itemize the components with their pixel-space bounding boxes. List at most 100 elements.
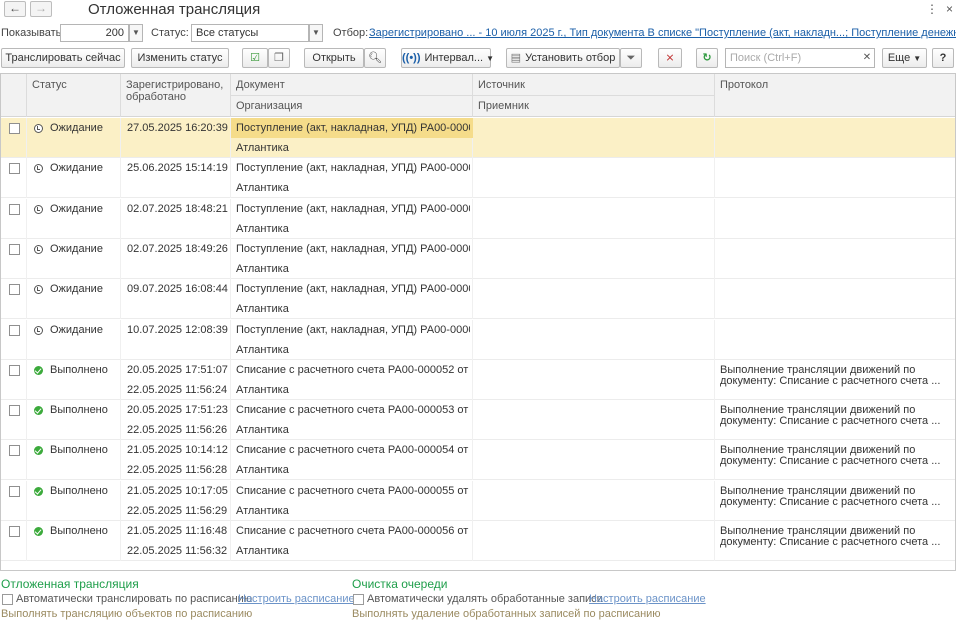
chevron-down-icon: ▼: [913, 54, 922, 63]
table-row[interactable]: Ожидание 09.07.2025 16:08:44 Поступление (…: [1, 279, 955, 320]
header-organization[interactable]: Организация: [236, 100, 302, 112]
row-status: Ожидание: [50, 122, 103, 134]
open-button[interactable]: Открыть: [304, 48, 364, 68]
change-status-button[interactable]: Изменить статус: [131, 48, 229, 68]
table-row[interactable]: Ожидание 25.06.2025 15:14:19 Поступление (…: [1, 158, 955, 199]
table-row[interactable]: Выполнено 20.05.2025 17:51:23 22.05.2025 1…: [1, 400, 955, 441]
header-document[interactable]: Документ: [236, 79, 285, 91]
row-status: Выполнено: [50, 484, 108, 497]
row-document[interactable]: Списание с расчетного счета РА00-000055 …: [236, 485, 470, 497]
close-icon[interactable]: ×: [946, 2, 953, 16]
auto-delete-checkbox[interactable]: [353, 594, 364, 605]
row-checkbox[interactable]: [9, 445, 20, 457]
header-protocol[interactable]: Протокол: [720, 79, 768, 91]
row-document[interactable]: Списание с расчетного счета РА00-000054 …: [236, 444, 470, 456]
table-row[interactable]: Выполнено 21.05.2025 10:14:12 22.05.2025 1…: [1, 440, 955, 481]
forward-button[interactable]: →: [30, 1, 52, 17]
row-organization: Атлантика: [236, 142, 289, 154]
row-document[interactable]: Поступление (акт, накладная, УПД) РА00-0…: [236, 324, 470, 336]
header-registered[interactable]: Зарегистрировано, обработано: [126, 79, 226, 103]
status-select[interactable]: Все статусы: [191, 24, 309, 42]
table-row[interactable]: Ожидание 27.05.2025 16:20:39 Поступление (…: [1, 118, 955, 158]
broadcast-schedule-link[interactable]: Настроить расписание: [238, 593, 355, 605]
row-document[interactable]: Поступление (акт, накладная, УПД) РА00-0…: [236, 122, 470, 134]
show-label: Показывать:: [1, 27, 65, 39]
set-filter-button[interactable]: ▤ Установить отбор: [506, 48, 620, 68]
cleanup-schedule-link[interactable]: Настроить расписание: [589, 593, 706, 605]
row-document[interactable]: Поступление (акт, накладная, УПД) РА00-0…: [236, 162, 470, 174]
auto-delete-label[interactable]: Автоматически удалять обработанные запис…: [367, 593, 603, 605]
row-document[interactable]: Списание с расчетного счета РА00-000056 …: [236, 525, 470, 537]
row-processed: 22.05.2025 11:56:24: [127, 383, 228, 396]
check-circle-icon: [34, 527, 43, 536]
uncheck-all-button[interactable]: ❐: [268, 48, 290, 68]
row-status: Выполнено: [50, 444, 108, 457]
auto-broadcast-label[interactable]: Автоматически транслировать по расписани…: [16, 593, 252, 605]
row-document[interactable]: Списание с расчетного счета РА00-000052 …: [236, 364, 470, 376]
row-processed: 22.05.2025 11:56:29: [127, 504, 228, 517]
row-checkbox[interactable]: [9, 485, 20, 497]
broadcast-now-button[interactable]: Транслировать сейчас: [1, 48, 125, 68]
row-checkbox[interactable]: [9, 324, 20, 336]
row-checkbox[interactable]: [9, 203, 20, 215]
check-circle-icon: [34, 365, 43, 375]
row-document[interactable]: Поступление (акт, накладная, УПД) РА00-0…: [236, 283, 470, 295]
help-button[interactable]: ?: [932, 48, 954, 68]
find-button[interactable]: 🔍︎: [364, 48, 386, 68]
show-count-field[interactable]: 200: [60, 24, 129, 42]
table-row[interactable]: Ожидание 10.07.2025 12:08:39 Поступление (…: [1, 319, 955, 360]
clock-icon: [34, 244, 43, 254]
row-status: Выполнено: [50, 404, 108, 417]
table-row[interactable]: Выполнено 21.05.2025 11:16:48 22.05.2025 1…: [1, 521, 955, 561]
header-status[interactable]: Статус: [32, 79, 67, 91]
row-checkbox[interactable]: [9, 364, 20, 376]
more-icon[interactable]: ⋮: [926, 2, 938, 16]
check-all-button[interactable]: ☑: [242, 48, 268, 68]
header-source[interactable]: Источник: [478, 79, 525, 91]
auto-broadcast-checkbox[interactable]: [2, 594, 13, 605]
row-checkbox[interactable]: [9, 123, 20, 134]
table-row[interactable]: Выполнено 20.05.2025 17:51:07 22.05.2025 1…: [1, 359, 955, 400]
copy-icon: ❐: [274, 52, 284, 64]
check-circle-icon: [34, 446, 43, 456]
refresh-button[interactable]: ↻: [696, 48, 718, 68]
check-circle-icon: [34, 486, 43, 496]
table-header: Статус Зарегистрировано, обработано Доку…: [1, 74, 955, 117]
row-checkbox[interactable]: [9, 163, 20, 175]
more-button[interactable]: Еще ▼: [882, 48, 927, 68]
row-document[interactable]: Поступление (акт, накладная, УПД) РА00-0…: [236, 243, 470, 255]
row-document[interactable]: Списание с расчетного счета РА00-000053 …: [236, 404, 470, 416]
status-dropdown[interactable]: ▼: [309, 24, 323, 42]
filter-link[interactable]: Зарегистрировано ... - 10 июля 2025 г., …: [369, 27, 956, 39]
clear-filter-icon: ⨯: [665, 52, 675, 64]
table-row[interactable]: Ожидание 02.07.2025 18:48:21 Поступление (…: [1, 198, 955, 239]
more-label: Еще: [887, 52, 911, 64]
row-protocol-line2: документу: Списание с расчетного счета .…: [720, 455, 941, 468]
table-row[interactable]: Выполнено 21.05.2025 10:17:05 22.05.2025 1…: [1, 480, 955, 521]
row-checkbox[interactable]: [9, 405, 20, 417]
status-label: Статус:: [151, 27, 189, 39]
search-input[interactable]: Поиск (Ctrl+F): [725, 48, 875, 68]
row-organization: Атлантика: [236, 182, 289, 195]
row-checkbox[interactable]: [9, 284, 20, 296]
row-registered: 21.05.2025 11:16:48: [127, 525, 228, 537]
row-document[interactable]: Поступление (акт, накладная, УПД) РА00-0…: [236, 203, 470, 215]
search-clear-icon[interactable]: ✕: [860, 49, 874, 67]
row-organization: Атлантика: [236, 343, 289, 356]
clear-filter-button[interactable]: ⨯: [658, 48, 682, 68]
row-registered: 02.07.2025 18:49:26: [127, 242, 228, 255]
clock-icon: [34, 164, 43, 174]
row-status: Ожидание: [50, 162, 103, 175]
page-title: Отложенная трансляция: [88, 1, 261, 18]
row-registered: 09.07.2025 16:08:44: [127, 283, 228, 296]
filter-settings-button[interactable]: ⏷: [620, 48, 642, 68]
back-button[interactable]: ←: [4, 1, 26, 17]
show-count-dropdown[interactable]: ▼: [129, 24, 143, 42]
clock-icon: [34, 325, 43, 335]
row-checkbox[interactable]: [9, 243, 20, 255]
interval-button[interactable]: ((•)) Интервал... ▼: [401, 48, 494, 68]
row-status: Ожидание: [50, 202, 103, 215]
header-receiver[interactable]: Приемник: [478, 100, 529, 112]
table-row[interactable]: Ожидание 02.07.2025 18:49:26 Поступление (…: [1, 238, 955, 279]
row-checkbox[interactable]: [9, 526, 20, 537]
